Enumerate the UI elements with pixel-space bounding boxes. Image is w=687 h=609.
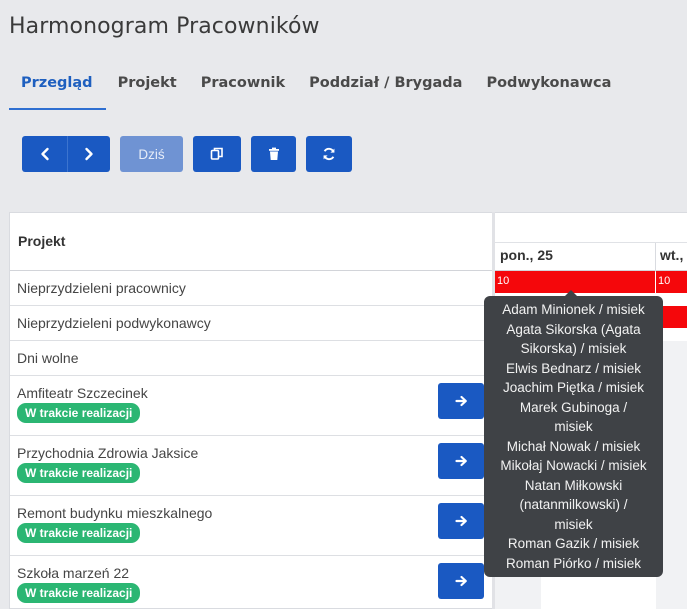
status-badge: W trakcie realizacji xyxy=(17,403,141,423)
copy-icon xyxy=(210,147,223,160)
arrow-right-icon xyxy=(454,395,467,407)
tooltip-line: Adam Minionek / misiek xyxy=(502,302,645,317)
tooltip-line: Sikorska) / misiek xyxy=(520,341,627,356)
status-badge: W trakcie realizacji xyxy=(17,583,141,603)
day-divider xyxy=(655,243,656,272)
row-days-off: Dni wolne xyxy=(10,341,492,376)
tooltip-line: Marek Gubinoga / xyxy=(519,399,628,415)
next-button[interactable] xyxy=(68,136,110,172)
row-label: Nieprzydzieleni podwykonawcy xyxy=(17,315,211,331)
delete-button[interactable] xyxy=(251,136,296,172)
today-button-label: Dziś xyxy=(138,146,165,162)
tooltip-line: (natanmilkowski) / xyxy=(519,497,628,512)
row-unassigned-subcontractors: Nieprzydzieleni podwykonawcy xyxy=(10,306,492,341)
tab-pracownik[interactable]: Pracownik xyxy=(189,64,297,110)
tooltip-line: misiek xyxy=(554,516,593,532)
tooltip-line: misiek xyxy=(554,419,593,434)
tooltip-line: Michał Nowak / misiek xyxy=(506,438,641,454)
row-label: Nieprzydzieleni pracownicy xyxy=(17,280,186,296)
column-header-project: Projekt xyxy=(10,213,492,271)
tooltip-line: Roman Piórko / misiek xyxy=(505,555,642,571)
project-row: Remont budynku mieszkalnego W trakcie re… xyxy=(10,496,492,556)
tooltip-line: Roman Gazik / misiek xyxy=(507,536,640,551)
tab-przeglad[interactable]: Przegląd xyxy=(9,64,106,110)
chevron-right-icon xyxy=(85,147,93,161)
status-badge: W trakcie realizacji xyxy=(17,523,141,543)
chevron-left-icon xyxy=(40,147,49,161)
trash-icon xyxy=(268,147,279,160)
page-title: Harmonogram Pracowników xyxy=(9,14,320,39)
tab-poddzial-brygada[interactable]: Poddział / Brygada xyxy=(297,64,474,110)
refresh-icon xyxy=(323,147,335,161)
tab-projekt[interactable]: Projekt xyxy=(106,64,189,110)
open-project-button[interactable] xyxy=(438,503,484,539)
assigned-workers-tooltip: Adam Minionek / misiek Agata Sikorska (A… xyxy=(484,290,663,577)
tab-bar: Przegląd Projekt Pracownik Poddział / Br… xyxy=(9,64,623,110)
open-project-button[interactable] xyxy=(438,383,484,419)
project-name: Remont budynku mieszkalnego xyxy=(17,505,213,521)
copy-button[interactable] xyxy=(193,136,241,172)
row-unassigned-workers: Nieprzydzieleni pracownicy xyxy=(10,271,492,306)
tooltip-line: Joachim Piętka / misiek xyxy=(502,380,645,395)
day-header-row: pon., 25 wt., xyxy=(495,242,687,272)
arrow-right-icon xyxy=(454,455,467,467)
project-name: Przychodnia Zdrowia Jaksice xyxy=(17,445,199,461)
project-name: Szkoła marzeń 22 xyxy=(17,565,130,581)
prev-button[interactable] xyxy=(22,136,67,172)
project-table: Projekt Nieprzydzieleni pracownicy Niepr… xyxy=(9,212,492,609)
project-row: Amfiteatr Szczecinek W trakcie realizacj… xyxy=(10,376,492,436)
tooltip-line: Mikołaj Nowacki / misiek xyxy=(500,458,647,473)
unassigned-workers-cell[interactable]: 10 xyxy=(656,271,687,293)
refresh-button[interactable] xyxy=(306,136,352,172)
day-header: pon., 25 xyxy=(500,247,553,263)
day-header: wt., xyxy=(660,247,684,263)
project-row: Przychodnia Zdrowia Jaksice W trakcie re… xyxy=(10,436,492,496)
arrow-right-icon xyxy=(454,515,467,527)
row-label: Dni wolne xyxy=(17,350,79,366)
arrow-right-icon xyxy=(454,575,467,587)
tooltip-line: Agata Sikorska (Agata xyxy=(506,321,641,337)
project-name: Amfiteatr Szczecinek xyxy=(17,385,148,401)
tab-podwykonawca[interactable]: Podwykonawca xyxy=(474,64,623,110)
tooltip-line: Natan Miłkowski xyxy=(524,477,623,493)
project-row: Szkoła marzeń 22 W trakcie realizacji xyxy=(10,556,492,608)
today-button[interactable]: Dziś xyxy=(120,136,183,172)
status-badge: W trakcie realizacji xyxy=(17,463,141,483)
open-project-button[interactable] xyxy=(438,563,484,599)
tooltip-line: Elwis Bednarz / misiek xyxy=(505,360,642,376)
open-project-button[interactable] xyxy=(438,443,484,479)
